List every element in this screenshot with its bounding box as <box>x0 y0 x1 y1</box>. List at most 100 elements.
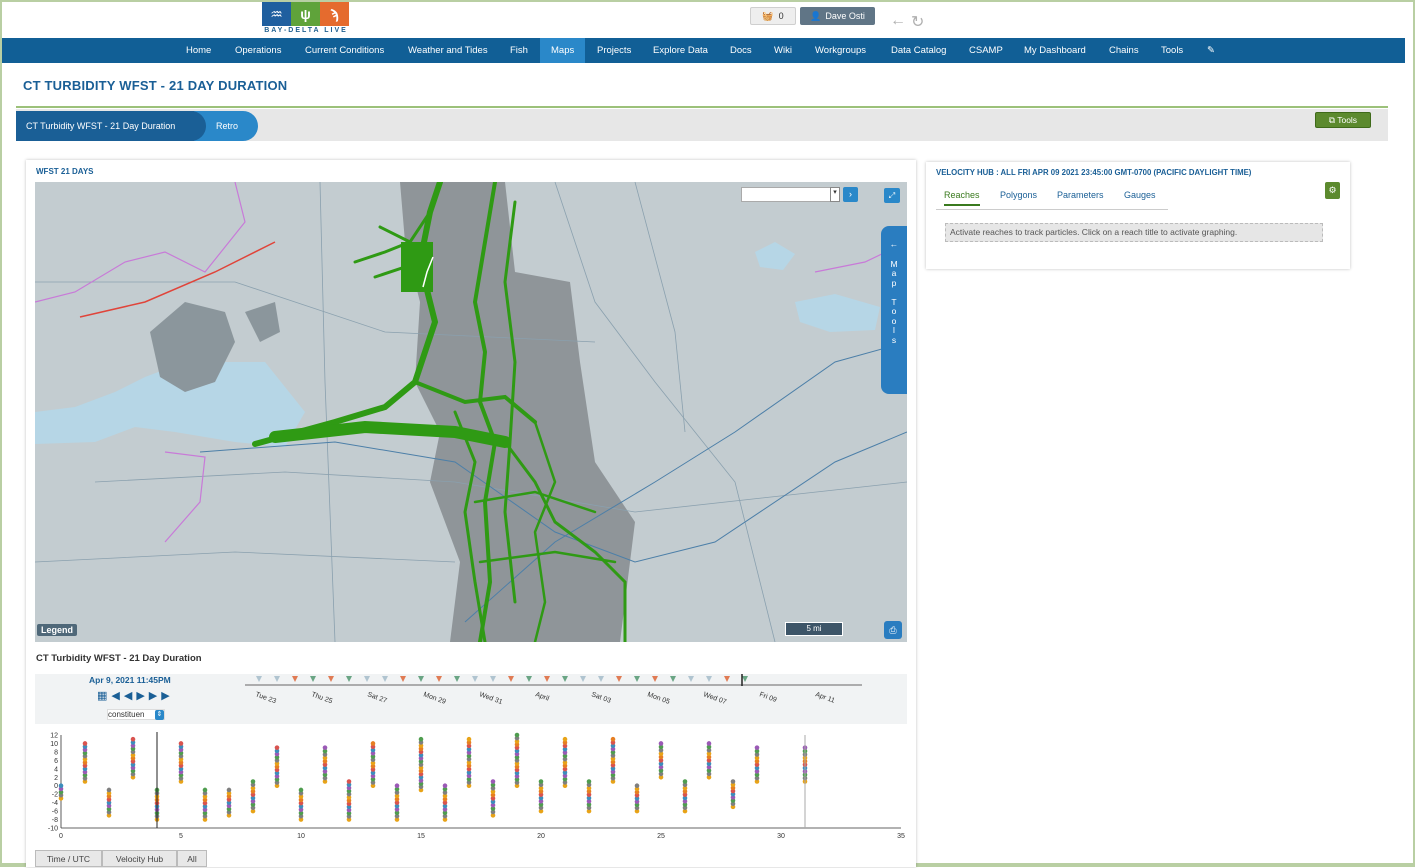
nav-maps[interactable]: Maps <box>540 38 586 63</box>
tab-ct-turbidity[interactable]: CT Turbidity WFST - 21 Day Duration <box>16 111 194 141</box>
timeline-marker[interactable] <box>346 676 352 682</box>
map-search-dropdown[interactable]: ▾ <box>830 187 840 202</box>
timeline-marker[interactable] <box>310 676 316 682</box>
timeline-marker[interactable] <box>436 676 442 682</box>
timeline-marker[interactable] <box>274 676 280 682</box>
tab-polygons[interactable]: Polygons <box>1000 190 1037 200</box>
tools-button[interactable]: ⧉ Tools <box>1315 112 1371 128</box>
timeline-label: Apr 11 <box>814 691 835 704</box>
dropdown-icon: ⇕ <box>155 710 164 720</box>
data-point <box>106 787 112 793</box>
timeline-marker[interactable] <box>328 676 334 682</box>
data-point <box>730 779 736 784</box>
velocity-hub-title: VELOCITY HUB : ALL FRI APR 09 2021 23:45… <box>936 168 1252 177</box>
map-search-go-button[interactable]: › <box>843 187 858 202</box>
cart-button[interactable]: 🧺 0 <box>750 7 796 25</box>
y-tick-label: 0 <box>54 783 58 790</box>
timeline-marker[interactable] <box>508 676 514 682</box>
user-menu-button[interactable]: 👤 Dave Osti <box>800 7 875 25</box>
tab-reaches[interactable]: Reaches <box>944 190 980 206</box>
tab-all[interactable]: All <box>177 850 207 867</box>
nav-weather-and-tides[interactable]: Weather and Tides <box>408 38 488 63</box>
map-view[interactable]: ▾ › ⤢ ← M a p T o o l s Legend 5 mi ⎙ <box>35 182 907 642</box>
timeline-marker[interactable] <box>580 676 586 682</box>
print-icon[interactable]: ⎙ <box>884 621 902 639</box>
nav-chains[interactable]: Chains <box>1109 38 1139 63</box>
y-tick-label: 10 <box>50 741 58 748</box>
nav-projects[interactable]: Projects <box>597 38 631 63</box>
timeline-marker[interactable] <box>526 676 532 682</box>
timeline-marker[interactable] <box>454 676 460 682</box>
timeline-marker[interactable] <box>616 676 622 682</box>
map-tools-panel-toggle[interactable]: ← M a p T o o l s <box>881 226 907 394</box>
nav-wiki[interactable]: Wiki <box>774 38 792 63</box>
nav-operations[interactable]: Operations <box>235 38 281 63</box>
nav-workgroups[interactable]: Workgroups <box>815 38 866 63</box>
edit-icon[interactable]: ✎ <box>1207 38 1215 63</box>
timeline-marker[interactable] <box>544 676 550 682</box>
timeline-marker[interactable] <box>652 676 658 682</box>
nav-data-catalog[interactable]: Data Catalog <box>891 38 946 63</box>
data-point <box>346 779 352 784</box>
data-point <box>466 736 472 742</box>
cart-count: 0 <box>778 11 784 21</box>
nav-explore-data[interactable]: Explore Data <box>653 38 708 63</box>
timeline-marker[interactable] <box>688 676 694 682</box>
user-name: Dave Osti <box>825 11 865 21</box>
timeline-marker[interactable] <box>256 676 262 682</box>
nav-my-dashboard[interactable]: My Dashboard <box>1024 38 1086 63</box>
legend-button[interactable]: Legend <box>37 624 78 636</box>
redo-icon[interactable]: ↻ <box>911 12 924 32</box>
play-icon[interactable]: ▶ <box>136 690 148 702</box>
back-arrow-icon[interactable]: ← <box>890 12 906 30</box>
y-tick-label: -2 <box>52 792 58 799</box>
data-point <box>562 736 568 742</box>
bay-delta-live-logo[interactable]: ♒ ψ ϡ BAY-DELTA LIVE <box>262 2 350 35</box>
nav-csamp[interactable]: CSAMP <box>969 38 1003 63</box>
nav-current-conditions[interactable]: Current Conditions <box>305 38 384 63</box>
map-expand-button[interactable]: ⤢ <box>884 188 900 203</box>
turbidity-scatter-chart[interactable]: 121086420-2-4-6-8-100 5 10 15 20 25 30 35 <box>35 732 907 847</box>
timeline-marker[interactable] <box>724 676 730 682</box>
tab-parameters[interactable]: Parameters <box>1057 190 1104 200</box>
nav-fish[interactable]: Fish <box>510 38 528 63</box>
tab-gauges[interactable]: Gauges <box>1124 190 1156 200</box>
timeline-label: Mon 29 <box>422 691 446 706</box>
constituent-select[interactable]: constituen ⇕ <box>107 709 165 720</box>
nav-home[interactable]: Home <box>186 38 211 63</box>
timeline-marker[interactable] <box>706 676 712 682</box>
timeline-marker[interactable] <box>634 676 640 682</box>
user-icon: 👤 <box>810 10 822 21</box>
timeline-marker[interactable] <box>490 676 496 682</box>
data-point <box>394 783 400 789</box>
nav-docs[interactable]: Docs <box>730 38 752 63</box>
timeline-marker[interactable] <box>472 676 478 682</box>
timeline-label: April <box>534 691 550 703</box>
calendar-icon[interactable]: ▦ <box>97 690 111 702</box>
timeline-marker[interactable] <box>364 676 370 682</box>
timeline-marker[interactable] <box>292 676 298 682</box>
timeline-marker[interactable] <box>418 676 424 682</box>
fast-forward-icon[interactable]: ▶▶ <box>149 690 174 702</box>
timeline-marker[interactable] <box>382 676 388 682</box>
timeline-marker[interactable] <box>598 676 604 682</box>
y-tick-label: 8 <box>54 749 58 756</box>
timeline-marker[interactable] <box>670 676 676 682</box>
y-tick-label: 4 <box>54 766 58 773</box>
data-point <box>322 745 328 750</box>
settings-icon[interactable]: ⚙ <box>1325 182 1340 199</box>
tools-button-label: Tools <box>1337 115 1358 125</box>
timeline-marker[interactable] <box>562 676 568 682</box>
tab-time-utc[interactable]: Time / UTC <box>35 850 102 867</box>
y-tick-label: -8 <box>52 817 58 824</box>
data-point <box>634 783 640 789</box>
nav-tools[interactable]: Tools <box>1161 38 1183 63</box>
data-point <box>490 779 496 784</box>
timeline-strip[interactable]: Tue 23 Thu 25 Sat 27 Mon 29 Wed 31 April Sat 0… <box>245 674 862 714</box>
tab-velocity-hub[interactable]: Velocity Hub <box>102 850 177 867</box>
rewind-icon[interactable]: ◀◀ <box>111 690 136 702</box>
map-search-input[interactable] <box>741 187 831 202</box>
timeline-marker[interactable] <box>742 676 748 682</box>
timeline-marker[interactable] <box>400 676 406 682</box>
data-point <box>514 732 520 738</box>
